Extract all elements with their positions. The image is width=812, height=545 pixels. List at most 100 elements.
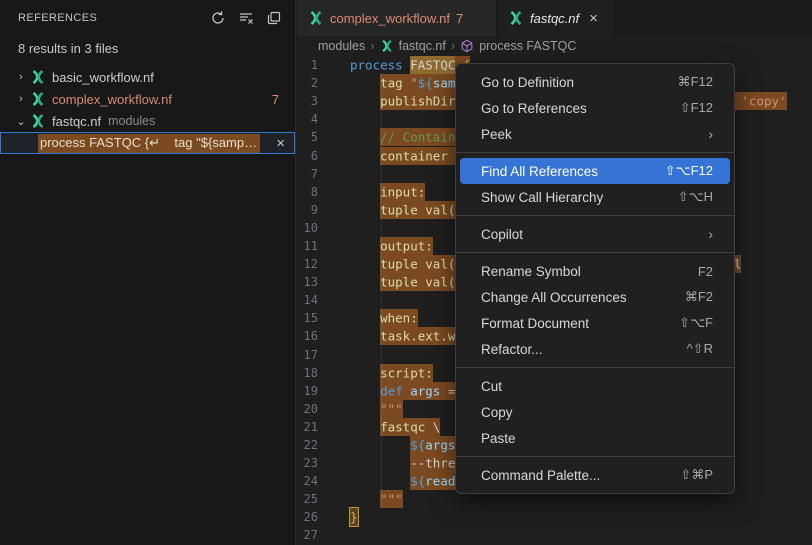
line-number: 18 (297, 366, 318, 380)
panel-title: REFERENCES (18, 12, 207, 24)
line-content: process FASTQC { (350, 58, 470, 73)
code-token (350, 309, 380, 327)
code-token: container (380, 147, 455, 165)
line-content: output: (350, 238, 433, 253)
file-name: basic_workflow.nf (52, 70, 154, 85)
symbol-icon (460, 39, 474, 53)
menu-item-format-document[interactable]: Format Document⇧⌥F (460, 310, 730, 336)
menu-item-label: Find All References (481, 164, 665, 179)
line-content: """ (350, 492, 403, 507)
menu-separator (456, 456, 734, 457)
line-number: 25 (297, 492, 318, 506)
line-number: 6 (297, 149, 318, 163)
vscode-window: REFERENCES 8 results in 3 files › basic_… (0, 0, 812, 545)
submenu-arrow-icon: › (708, 226, 713, 242)
menu-item-label: Command Palette... (481, 468, 680, 483)
collapse-all-icon[interactable] (263, 7, 285, 29)
menu-item-find-all-references[interactable]: Find All References⇧⌥F12 (460, 158, 730, 184)
line-number: 5 (297, 130, 318, 144)
file-name: fastqc.nf (52, 114, 101, 129)
line-number: 9 (297, 203, 318, 217)
line-number: 23 (297, 456, 318, 470)
close-icon[interactable]: × (589, 11, 598, 26)
line-number: 13 (297, 275, 318, 289)
line-content: """ (350, 401, 403, 416)
line-content: when: (350, 311, 418, 326)
menu-item-label: Copilot (481, 227, 708, 242)
menu-item-paste[interactable]: Paste (460, 425, 730, 451)
menu-item-copy[interactable]: Copy (460, 399, 730, 425)
nextflow-file-icon (30, 69, 46, 85)
line-content: script: (350, 365, 433, 380)
menu-item-show-call-hierarchy[interactable]: Show Call Hierarchy⇧⌥H (460, 184, 730, 210)
menu-item-cut[interactable]: Cut (460, 373, 730, 399)
menu-item-go-to-definition[interactable]: Go to Definition⌘F12 (460, 69, 730, 95)
menu-item-command-palette[interactable]: Command Palette...⇧⌘P (460, 462, 730, 488)
chevron-down-icon[interactable]: ⌄ (12, 115, 30, 128)
tab-complex-workflow[interactable]: complex_workflow.nf 7 (297, 0, 497, 36)
menu-item-label: Peek (481, 127, 708, 142)
menu-item-refactor[interactable]: Refactor...^⇧R (460, 336, 730, 362)
nextflow-file-icon (30, 91, 46, 107)
breadcrumb-symbol[interactable]: process FASTQC (479, 39, 576, 53)
code-token: when: (380, 309, 418, 327)
menu-item-shortcut: ⇧⌥F (679, 315, 713, 331)
tab-problem-count: 7 (456, 11, 463, 26)
result-count-badge: 7 (272, 92, 279, 107)
menu-item-copilot[interactable]: Copilot› (460, 221, 730, 247)
code-token: \ (433, 418, 441, 436)
reference-result-item[interactable]: process FASTQC {↵ tag "${samp… × (0, 132, 295, 154)
line-number: 26 (297, 510, 318, 524)
indent-guide (381, 73, 382, 507)
chevron-right-icon[interactable]: › (12, 71, 30, 83)
tree-item-complex-workflow[interactable]: › complex_workflow.nf 7 (0, 88, 295, 110)
code-token: } (350, 508, 358, 526)
code-token (350, 273, 380, 291)
code-token: tag (380, 74, 410, 92)
menu-separator (456, 367, 734, 368)
line-content: } (350, 510, 358, 525)
tree-item-basic-workflow[interactable]: › basic_workflow.nf (0, 66, 295, 88)
results-summary: 8 results in 3 files (0, 35, 295, 64)
line-number: 10 (297, 221, 318, 235)
menu-separator (456, 152, 734, 153)
menu-item-label: Refactor... (481, 342, 687, 357)
clear-results-icon[interactable] (235, 7, 257, 29)
nextflow-file-icon (308, 10, 324, 26)
breadcrumb-file[interactable]: fastqc.nf (399, 39, 446, 53)
code-line[interactable]: 26} (297, 508, 812, 526)
code-token: ${ (410, 472, 425, 490)
menu-item-shortcut: ⌘F2 (685, 289, 713, 305)
line-content: fastqc \ (350, 419, 440, 434)
nextflow-file-icon (508, 10, 524, 26)
tree-item-fastqc[interactable]: ⌄ fastqc.nf modules (0, 110, 295, 132)
references-panel: REFERENCES 8 results in 3 files › basic_… (0, 0, 296, 545)
code-token: output: (380, 237, 433, 255)
code-token (350, 400, 380, 418)
line-content: ${reads} (350, 474, 470, 489)
code-token (350, 364, 380, 382)
menu-item-peek[interactable]: Peek› (460, 121, 730, 147)
menu-item-go-to-references[interactable]: Go to References⇧F12 (460, 95, 730, 121)
menu-item-change-all-occurrences[interactable]: Change All Occurrences⌘F2 (460, 284, 730, 310)
code-token (350, 255, 380, 273)
line-number: 27 (297, 528, 318, 542)
code-token (350, 147, 380, 165)
line-number: 12 (297, 257, 318, 271)
line-number: 16 (297, 329, 318, 343)
code-token (350, 92, 380, 110)
breadcrumb-folder[interactable]: modules (318, 39, 365, 53)
menu-item-shortcut: ⇧F12 (680, 100, 713, 116)
file-name: complex_workflow.nf (52, 92, 172, 107)
menu-item-label: Paste (481, 431, 713, 446)
refresh-icon[interactable] (207, 7, 229, 29)
tab-fastqc[interactable]: fastqc.nf × (497, 0, 616, 36)
menu-item-shortcut: ^⇧R (687, 341, 713, 357)
dismiss-result-icon[interactable]: × (276, 136, 285, 151)
menu-item-rename-symbol[interactable]: Rename SymbolF2 (460, 258, 730, 284)
code-token: process (350, 56, 403, 74)
chevron-right-icon[interactable]: › (12, 93, 30, 105)
code-token (350, 327, 380, 345)
line-number: 14 (297, 293, 318, 307)
code-line[interactable]: 27 (297, 526, 812, 544)
